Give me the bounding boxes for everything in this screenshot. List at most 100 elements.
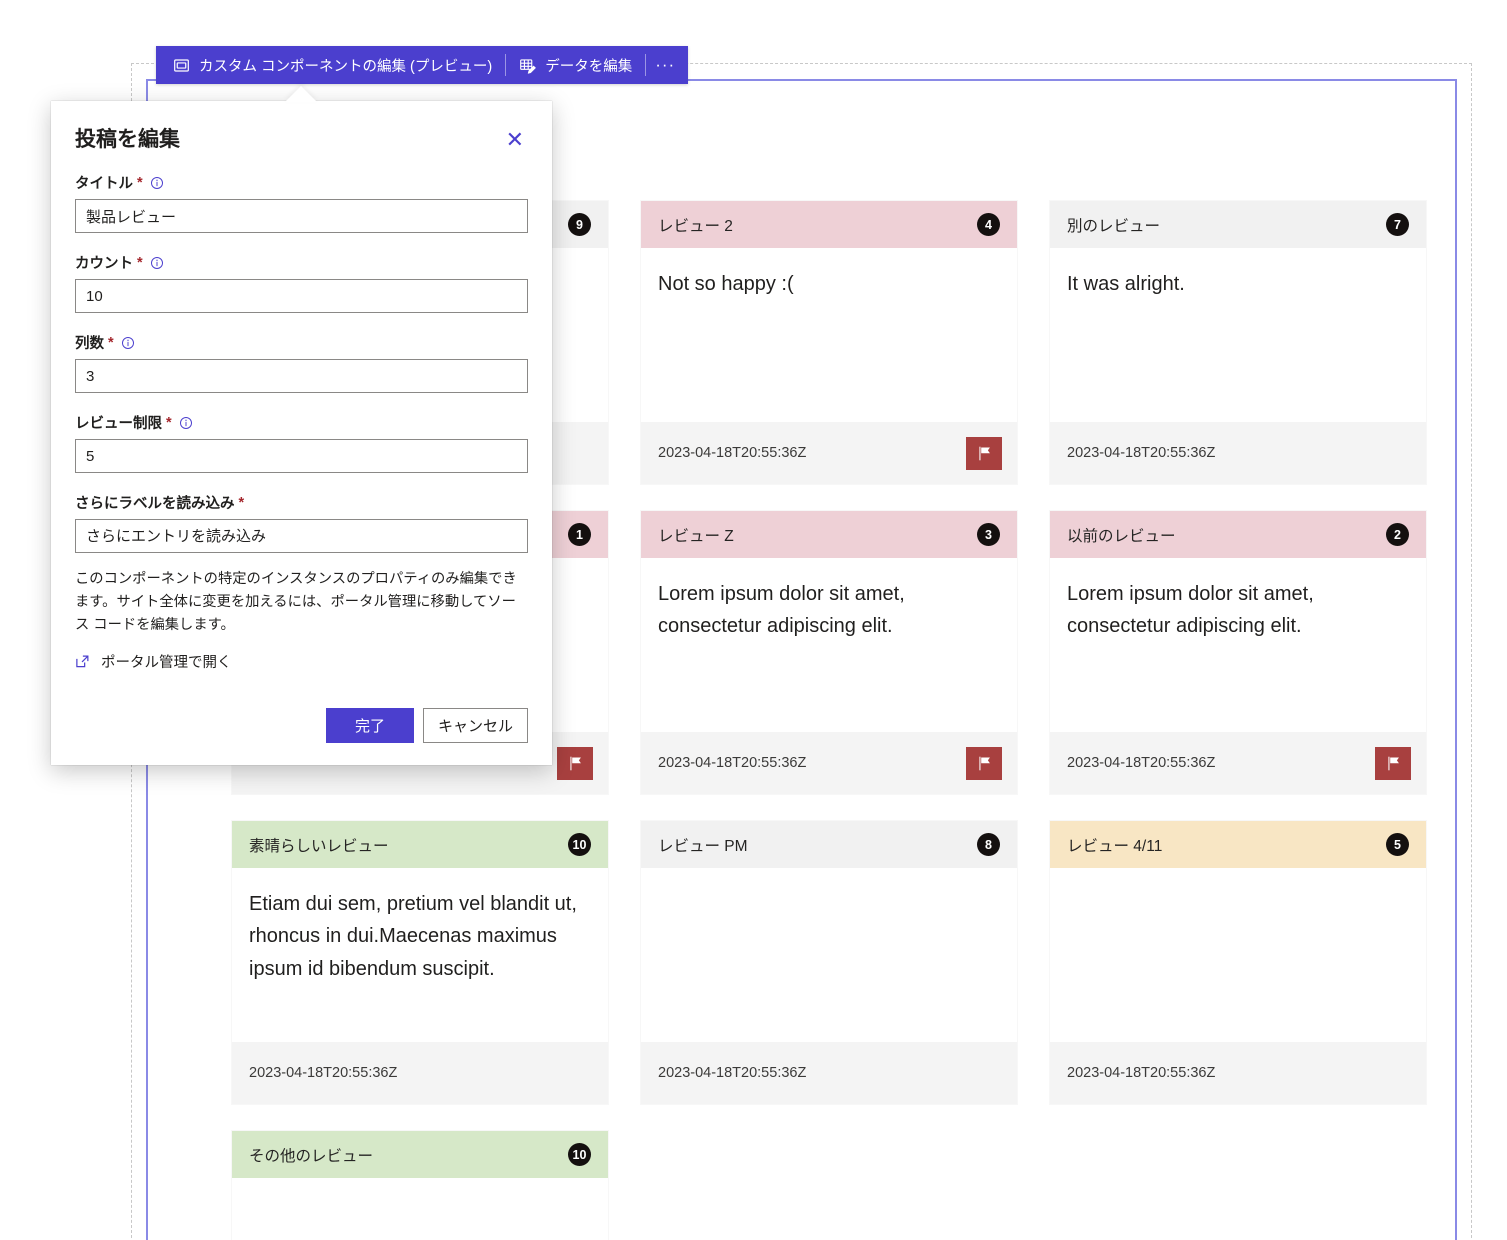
dialog-field: タイトル * bbox=[75, 172, 528, 233]
dialog-title: 投稿を編集 bbox=[75, 128, 180, 151]
flag-placeholder bbox=[557, 1057, 593, 1090]
open-in-portal-management-link[interactable]: ポータル管理で開く bbox=[75, 651, 528, 672]
review-card[interactable]: 別のレビュー 7 It was alright. 2023-04-18T20:55:3… bbox=[1050, 201, 1426, 484]
cancel-button[interactable]: キャンセル bbox=[422, 708, 528, 744]
review-count-badge: 10 bbox=[568, 1143, 591, 1166]
flag-icon bbox=[976, 445, 993, 462]
review-timestamp: 2023-04-18T20:55:36Z bbox=[658, 1065, 807, 1081]
flag-placeholder bbox=[1375, 437, 1411, 470]
field-input[interactable] bbox=[75, 519, 528, 553]
required-asterisk: * bbox=[108, 334, 114, 351]
required-asterisk: * bbox=[137, 254, 143, 271]
field-label-text: 列数 bbox=[75, 336, 104, 352]
open-in-portal-management-label: ポータル管理で開く bbox=[101, 655, 232, 672]
review-card-header: 以前のレビュー 2 bbox=[1050, 511, 1426, 558]
toolbar-overflow-button[interactable]: ··· bbox=[646, 46, 684, 84]
review-card-header: レビュー 2 4 bbox=[641, 201, 1017, 248]
review-card-body: It was alright. bbox=[1067, 273, 1185, 295]
dialog-field: 列数 * bbox=[75, 332, 528, 393]
review-card-header: 別のレビュー 7 bbox=[1050, 201, 1426, 248]
review-card-header: レビュー Z 3 bbox=[641, 511, 1017, 558]
review-timestamp: 2023-04-18T20:55:36Z bbox=[1067, 755, 1216, 771]
field-input[interactable] bbox=[75, 279, 528, 313]
close-icon[interactable]: ✕ bbox=[502, 127, 528, 153]
field-label: レビュー制限 * bbox=[75, 412, 528, 433]
review-card[interactable]: レビュー 2 4 Not so happy :( 2023-04-18T20:55:3… bbox=[641, 201, 1017, 484]
review-card-body bbox=[641, 868, 1017, 1042]
review-card-header: 素晴らしいレビュー 10 bbox=[232, 821, 608, 868]
review-count-badge: 4 bbox=[977, 213, 1000, 236]
review-timestamp: 2023-04-18T20:55:36Z bbox=[658, 755, 807, 771]
review-count-badge: 3 bbox=[977, 523, 1000, 546]
field-label: カウント * bbox=[75, 252, 528, 273]
review-count-badge: 8 bbox=[977, 833, 1000, 856]
dialog-fields: タイトル*カウント*列数*レビュー制限*さらにラベルを読み込み* bbox=[75, 172, 528, 553]
component-toolbar: カスタム コンポーネントの編集 (プレビュー) データを編集 ··· bbox=[156, 46, 689, 84]
review-timestamp: 2023-04-18T20:55:36Z bbox=[1067, 1065, 1216, 1081]
field-label: タイトル * bbox=[75, 172, 528, 193]
flag-icon bbox=[976, 755, 993, 772]
edit-custom-component-button[interactable]: カスタム コンポーネントの編集 (プレビュー) bbox=[160, 46, 505, 84]
review-card-title: 以前のレビュー bbox=[1067, 527, 1176, 545]
review-card-footer: 2023-04-18T20:55:36Z bbox=[641, 1042, 1017, 1104]
review-timestamp: 2023-04-18T20:55:36Z bbox=[658, 445, 807, 461]
review-card[interactable]: その他のレビュー 10 bbox=[232, 1131, 608, 1240]
done-button[interactable]: 完了 bbox=[325, 708, 414, 744]
info-icon[interactable] bbox=[150, 256, 164, 270]
dialog-field: レビュー制限 * bbox=[75, 412, 528, 473]
review-card-footer: 2023-04-18T20:55:36Z bbox=[641, 732, 1017, 794]
review-card-header: レビュー PM 8 bbox=[641, 821, 1017, 868]
dialog-actions: 完了 キャンセル bbox=[75, 708, 528, 744]
review-card-body: Etiam dui sem, pretium vel blandit ut, r… bbox=[249, 893, 577, 980]
edit-post-dialog: 投稿を編集 ✕ タイトル*カウント*列数*レビュー制限*さらにラベルを読み込み*… bbox=[51, 101, 552, 766]
field-input[interactable] bbox=[75, 439, 528, 473]
review-card-title: その他のレビュー bbox=[249, 1147, 374, 1165]
review-card-body: Not so happy :( bbox=[658, 273, 794, 295]
component-window-icon bbox=[173, 57, 190, 74]
flag-review-button[interactable] bbox=[966, 436, 1002, 470]
review-card-body bbox=[232, 1178, 608, 1240]
review-card[interactable]: レビュー 4/11 5 2023-04-18T20:55:36Z bbox=[1050, 821, 1426, 1104]
review-card-footer: 2023-04-18T20:55:36Z bbox=[232, 1042, 608, 1104]
review-card[interactable]: 以前のレビュー 2 Lorem ipsum dolor sit amet, cons… bbox=[1050, 511, 1426, 794]
review-card[interactable]: レビュー PM 8 2023-04-18T20:55:36Z bbox=[641, 821, 1017, 1104]
flag-icon bbox=[1385, 755, 1402, 772]
dialog-field: さらにラベルを読み込み * bbox=[75, 492, 528, 553]
flag-review-button[interactable] bbox=[966, 746, 1002, 780]
review-card-header: レビュー 4/11 5 bbox=[1050, 821, 1426, 868]
flag-icon bbox=[567, 755, 584, 772]
flag-placeholder bbox=[557, 437, 593, 470]
review-card-body: Lorem ipsum dolor sit amet, consectetur … bbox=[1067, 583, 1314, 638]
review-card-footer: 2023-04-18T20:55:36Z bbox=[641, 422, 1017, 484]
review-card-footer: 2023-04-18T20:55:36Z bbox=[1050, 1042, 1426, 1104]
required-asterisk: * bbox=[137, 174, 143, 191]
review-card[interactable]: 素晴らしいレビュー 10 Etiam dui sem, pretium vel bl… bbox=[232, 821, 608, 1104]
info-icon[interactable] bbox=[150, 176, 164, 190]
required-asterisk: * bbox=[166, 414, 172, 431]
info-icon[interactable] bbox=[121, 336, 135, 350]
review-count-badge: 10 bbox=[568, 833, 591, 856]
review-card-title: レビュー 4/11 bbox=[1067, 837, 1163, 855]
info-icon[interactable] bbox=[179, 416, 193, 430]
field-label-text: レビュー制限 bbox=[75, 416, 162, 432]
dialog-callout-beak bbox=[285, 86, 317, 102]
app-canvas: 9rdレビュー 24Not so happy :(2023-04-18T20:5… bbox=[0, 0, 1507, 1240]
edit-data-button[interactable]: データを編集 bbox=[506, 46, 645, 84]
flag-placeholder bbox=[966, 1057, 1002, 1090]
dialog-note-text: このコンポーネントの特定のインスタンスのプロパティのみ編集できます。サイト全体に… bbox=[75, 571, 517, 634]
review-count-badge: 1 bbox=[568, 523, 591, 546]
flag-review-button[interactable] bbox=[1375, 746, 1411, 780]
review-card-title: レビュー 2 bbox=[658, 217, 733, 235]
review-card[interactable]: レビュー Z 3 Lorem ipsum dolor sit amet, conse… bbox=[641, 511, 1017, 794]
field-input[interactable] bbox=[75, 359, 528, 393]
flag-review-button[interactable] bbox=[557, 746, 593, 780]
flag-placeholder bbox=[1375, 1057, 1411, 1090]
field-label-text: カウント bbox=[75, 256, 133, 272]
field-label: さらにラベルを読み込み * bbox=[75, 492, 528, 513]
review-timestamp: 2023-04-18T20:55:36Z bbox=[249, 1065, 398, 1081]
dialog-field: カウント * bbox=[75, 252, 528, 313]
field-input[interactable] bbox=[75, 199, 528, 233]
review-card-body bbox=[1050, 868, 1426, 1042]
field-label-text: タイトル bbox=[75, 176, 133, 192]
edit-table-icon bbox=[519, 57, 537, 74]
